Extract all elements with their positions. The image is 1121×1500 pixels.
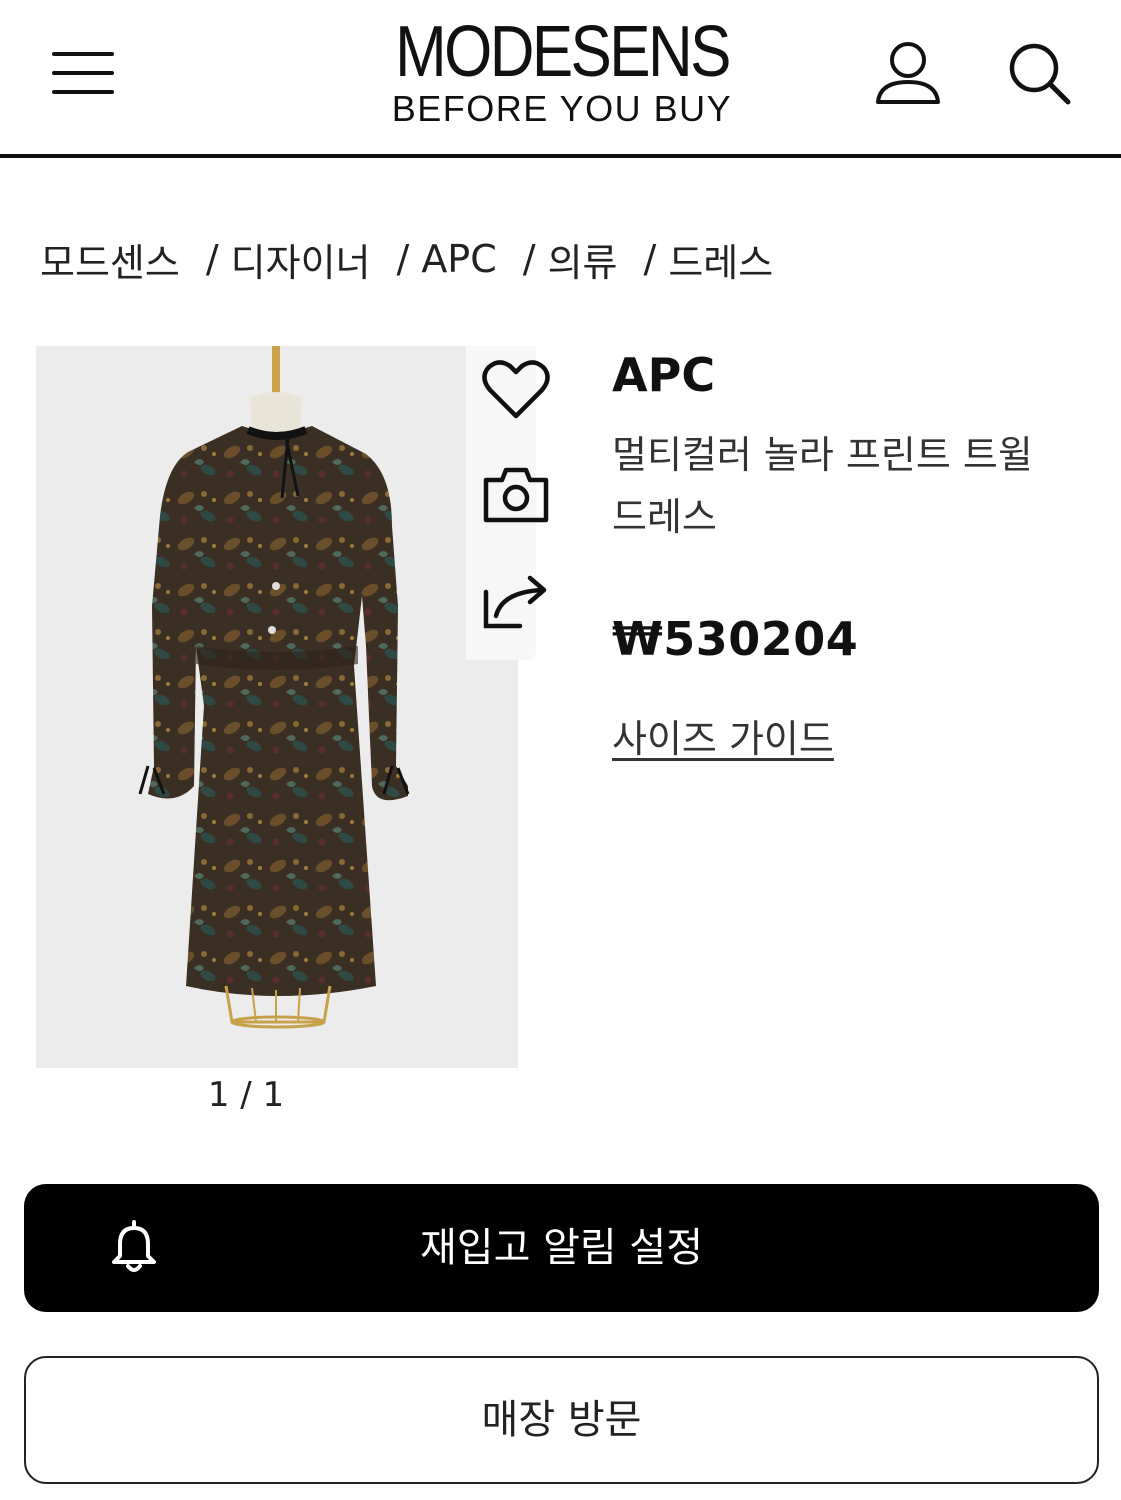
breadcrumb: 모드센스 / 디자이너 / APC / 의류 / 드레스 — [40, 232, 773, 287]
product-price: ₩530204 — [612, 612, 859, 666]
breadcrumb-designers[interactable]: 디자이너 — [231, 232, 371, 287]
camera-icon[interactable] — [476, 456, 556, 536]
visit-store-button[interactable]: 매장 방문 — [24, 1356, 1099, 1484]
logo[interactable]: MODESENS BEFORE YOU BUY — [362, 12, 762, 129]
image-counter: 1 / 1 — [207, 1075, 285, 1115]
heart-icon[interactable] — [476, 350, 556, 430]
breadcrumb-separator: / — [396, 237, 410, 281]
product-image[interactable] — [36, 346, 518, 1068]
logo-wordmark: MODESENS — [395, 12, 731, 92]
share-icon[interactable] — [476, 566, 556, 646]
breadcrumb-home[interactable]: 모드센스 — [40, 232, 180, 287]
restock-alert-label: 재입고 알림 설정 — [419, 1225, 704, 1271]
restock-alert-button[interactable]: 재입고 알림 설정 — [24, 1184, 1099, 1312]
product-name: 멀티컬러 놀라 프린트 트윌 드레스 — [612, 433, 1033, 539]
breadcrumb-clothing[interactable]: 의류 — [548, 232, 618, 287]
breadcrumb-dresses[interactable]: 드레스 — [668, 232, 773, 287]
search-icon[interactable] — [1006, 40, 1072, 106]
product-page: MODESENS BEFORE YOU BUY 모드센스 / 디자이너 / AP… — [0, 0, 1121, 1500]
breadcrumb-separator: / — [522, 237, 536, 281]
breadcrumb-separator: / — [643, 237, 657, 281]
breadcrumb-separator: / — [205, 237, 219, 281]
menu-icon[interactable] — [52, 50, 116, 96]
size-guide-link[interactable]: 사이즈 가이드 — [612, 708, 834, 763]
logo-tagline: BEFORE YOU BUY — [391, 88, 733, 129]
top-header: MODESENS BEFORE YOU BUY — [0, 0, 1121, 158]
user-icon[interactable] — [872, 38, 944, 110]
breadcrumb-brand[interactable]: APC — [421, 237, 496, 281]
product-brand[interactable]: APC — [612, 348, 715, 402]
dress-illustration — [138, 346, 410, 1029]
visit-store-label: 매장 방문 — [481, 1397, 642, 1443]
